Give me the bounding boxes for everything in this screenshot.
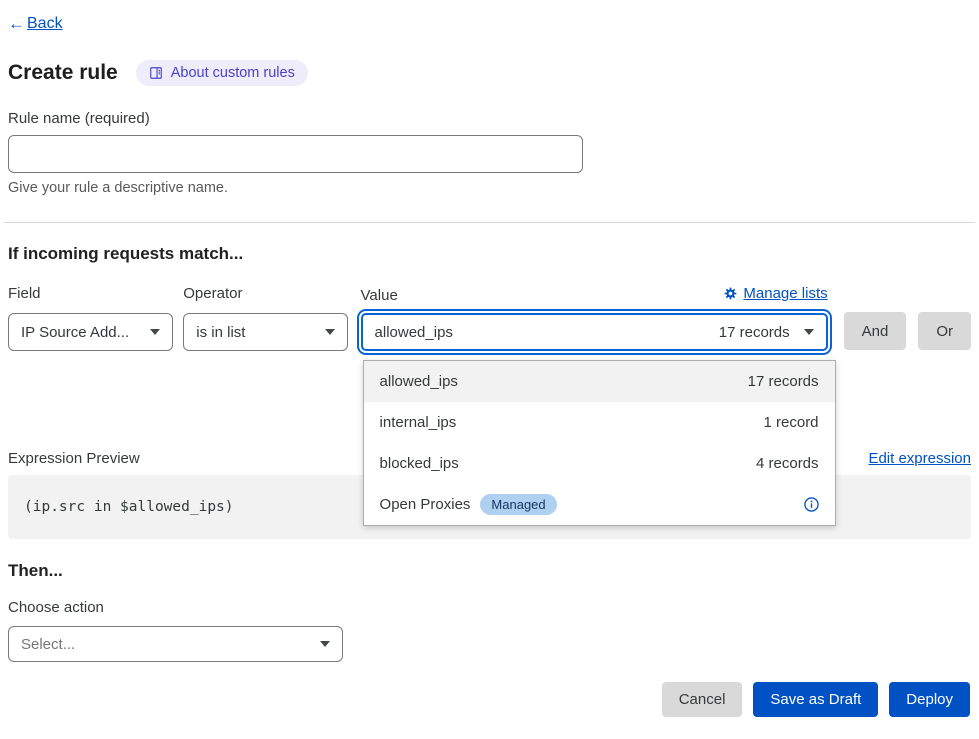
- field-select[interactable]: IP Source Add...: [8, 313, 173, 351]
- page-title: Create rule: [8, 61, 118, 85]
- list-option-open-proxies[interactable]: Open Proxies Managed: [364, 484, 835, 525]
- operator-select-value: is in list: [196, 324, 314, 341]
- footer-actions: Cancel Save as Draft Deploy: [8, 682, 971, 717]
- back-link-label: Back: [27, 15, 63, 33]
- list-option-name: internal_ips: [380, 414, 457, 431]
- about-custom-rules-link[interactable]: About custom rules: [136, 60, 308, 86]
- value-label: Value: [361, 287, 398, 304]
- rule-name-help-text: Give your rule a descriptive name.: [8, 180, 971, 196]
- value-select[interactable]: allowed_ips 17 records: [361, 313, 828, 351]
- chevron-down-icon: [804, 329, 814, 335]
- then-section: Then... Choose action Select...: [8, 561, 971, 662]
- list-dropdown-menu: allowed_ips 17 records internal_ips 1 re…: [363, 360, 836, 526]
- field-label: Field: [8, 285, 173, 302]
- gear-icon: [724, 287, 737, 300]
- manage-lists-label: Manage lists: [743, 285, 827, 302]
- andor-group: And Or: [844, 285, 971, 350]
- list-option-records: 4 records: [756, 455, 819, 472]
- operator-select[interactable]: is in list: [183, 313, 347, 351]
- action-select-placeholder: Select...: [21, 636, 310, 653]
- book-icon: [149, 66, 163, 80]
- info-icon[interactable]: [804, 497, 819, 512]
- cancel-button[interactable]: Cancel: [662, 682, 743, 717]
- create-rule-page: ← Back Create rule About custom rules Ru…: [0, 0, 979, 739]
- section-divider: [4, 222, 975, 223]
- list-option-name: allowed_ips: [380, 373, 458, 390]
- condition-row: Field IP Source Add... Operator is in li…: [8, 285, 971, 351]
- operator-column: Operator is in list: [183, 285, 347, 351]
- save-as-draft-button[interactable]: Save as Draft: [753, 682, 878, 717]
- manage-lists-link[interactable]: Manage lists: [724, 285, 827, 302]
- list-option-blocked-ips[interactable]: blocked_ips 4 records: [364, 443, 835, 484]
- value-select-selected: allowed_ips: [375, 324, 719, 341]
- list-option-internal-ips[interactable]: internal_ips 1 record: [364, 402, 835, 443]
- managed-badge: Managed: [480, 494, 556, 515]
- action-select[interactable]: Select...: [8, 626, 343, 662]
- expression-preview-label: Expression Preview: [8, 450, 140, 467]
- value-column: Value: [361, 285, 828, 351]
- value-select-meta: 17 records: [719, 324, 790, 341]
- rule-name-input[interactable]: [8, 135, 583, 173]
- deploy-button[interactable]: Deploy: [889, 682, 970, 717]
- about-custom-rules-label: About custom rules: [171, 65, 295, 81]
- chevron-down-icon: [150, 329, 160, 335]
- field-select-value: IP Source Add...: [21, 324, 140, 341]
- list-option-records: 1 record: [764, 414, 819, 431]
- chevron-down-icon: [320, 641, 330, 647]
- list-option-allowed-ips[interactable]: allowed_ips 17 records: [364, 361, 835, 402]
- and-button[interactable]: And: [844, 312, 907, 350]
- field-column: Field IP Source Add...: [8, 285, 173, 351]
- title-row: Create rule About custom rules: [8, 60, 971, 86]
- match-section-heading: If incoming requests match...: [8, 244, 971, 264]
- expression-code: (ip.src in $allowed_ips): [24, 499, 234, 515]
- operator-label: Operator: [183, 285, 347, 302]
- rule-name-label: Rule name (required): [8, 110, 971, 127]
- list-option-name: blocked_ips: [380, 455, 459, 472]
- edit-expression-link[interactable]: Edit expression: [868, 450, 971, 467]
- back-arrow-icon: ←: [8, 14, 25, 34]
- choose-action-label: Choose action: [8, 599, 971, 616]
- or-button[interactable]: Or: [918, 312, 971, 350]
- list-option-name: Open Proxies: [380, 496, 471, 513]
- value-label-row: Value: [361, 285, 828, 304]
- then-heading: Then...: [8, 561, 971, 581]
- list-option-records: 17 records: [748, 373, 819, 390]
- chevron-down-icon: [325, 329, 335, 335]
- back-link[interactable]: ← Back: [8, 14, 63, 34]
